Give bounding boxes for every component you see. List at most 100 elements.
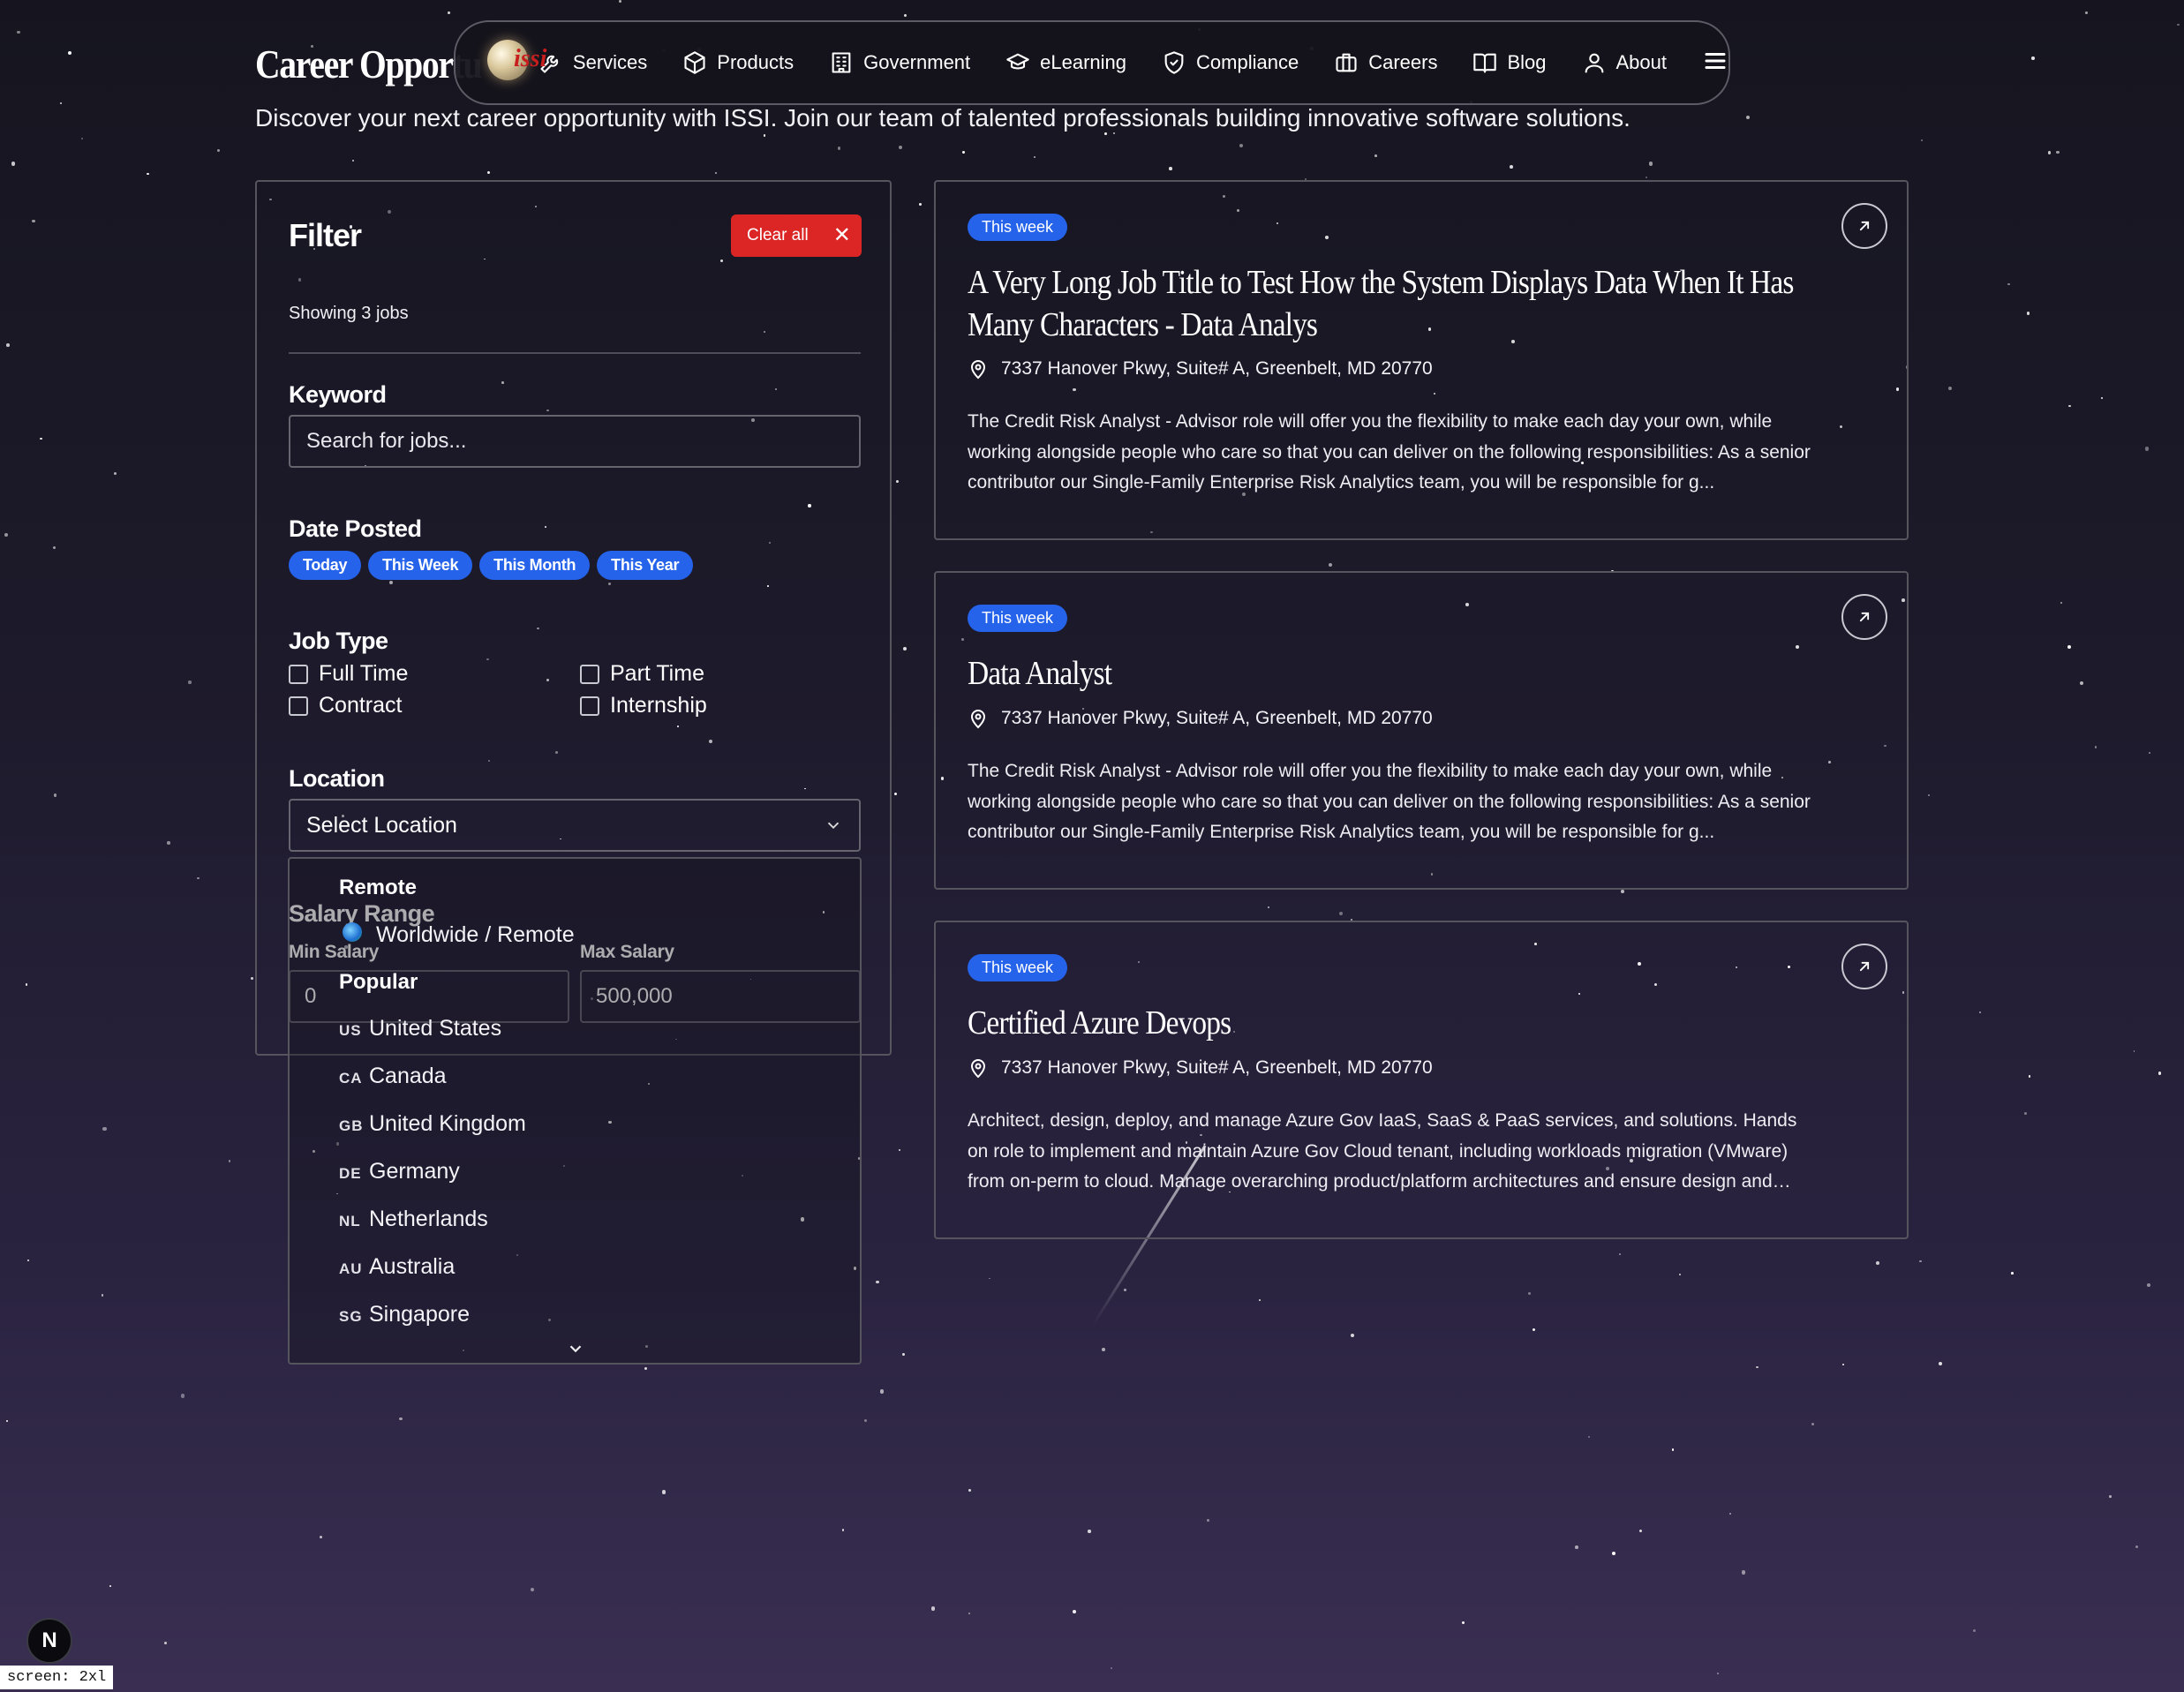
- star: [1927, 793, 1930, 797]
- location-option-singapore[interactable]: SG Singapore: [339, 1302, 470, 1327]
- job-title[interactable]: Data Analyst: [968, 652, 1853, 695]
- star: [1745, 115, 1751, 119]
- job-title[interactable]: Certified Azure Devops: [968, 1002, 1853, 1044]
- results-count: Showing 3 jobs: [289, 304, 409, 323]
- star: [180, 1394, 185, 1398]
- nav-item-about[interactable]: About: [1582, 50, 1667, 75]
- job-card[interactable]: This week A Very Long Job Title to Test …: [934, 180, 1909, 540]
- star: [893, 793, 897, 796]
- star: [1239, 143, 1244, 147]
- star: [2135, 1545, 2138, 1548]
- keyword-search-input[interactable]: Search for jobs...: [289, 415, 861, 468]
- shield-check-icon: [1164, 51, 1184, 74]
- location-option-canada[interactable]: CA Canada: [339, 1064, 447, 1089]
- open-job-arrow-icon[interactable]: [1841, 944, 1887, 989]
- nav-item-products[interactable]: Products: [682, 50, 794, 75]
- location-option-united-states[interactable]: US United States: [339, 1016, 501, 1042]
- star: [81, 138, 84, 140]
- checkbox[interactable]: [289, 696, 308, 716]
- star: [1876, 1261, 1880, 1266]
- option-label: Canada: [369, 1064, 447, 1088]
- date-option-this-month[interactable]: This Month: [479, 551, 591, 580]
- issi-logo[interactable]: issi: [482, 34, 546, 91]
- star: [6, 343, 10, 347]
- star: [1073, 1610, 1076, 1613]
- location-option-united-kingdom[interactable]: GB United Kingdom: [339, 1111, 526, 1137]
- star: [2056, 150, 2060, 154]
- star: [17, 30, 20, 34]
- location-option-australia[interactable]: AU Australia: [339, 1254, 455, 1280]
- location-option-netherlands[interactable]: NL Netherlands: [339, 1207, 488, 1232]
- country-code: CA: [339, 1070, 363, 1087]
- date-option-this-year[interactable]: This Year: [597, 551, 694, 580]
- job-type-part-time-checkbox[interactable]: Part Time: [580, 661, 704, 687]
- dropdown-group-popular: Popular: [339, 970, 418, 994]
- nav-item-compliance[interactable]: Compliance: [1162, 50, 1299, 75]
- star: [763, 134, 766, 137]
- star: [2144, 447, 2150, 451]
- open-job-arrow-icon[interactable]: [1841, 594, 1887, 640]
- option-label: Singapore: [369, 1302, 470, 1327]
- scroll-down-chevron-icon[interactable]: [566, 1339, 585, 1363]
- star: [644, 1366, 647, 1370]
- star: [2011, 1272, 2015, 1275]
- star: [2080, 681, 2084, 685]
- nav-item-careers[interactable]: Careers: [1334, 50, 1437, 75]
- star: [961, 150, 965, 154]
- nav-item-elearning[interactable]: eLearning: [1005, 50, 1126, 75]
- logo-text: issi: [514, 45, 547, 72]
- checkbox[interactable]: [289, 664, 308, 684]
- nav-item-blog[interactable]: Blog: [1472, 50, 1547, 75]
- building-icon: [832, 52, 851, 73]
- nav-item-government[interactable]: Government: [829, 50, 970, 75]
- location-option-germany[interactable]: DE Germany: [339, 1159, 460, 1184]
- posted-badge: This week: [968, 954, 1068, 981]
- job-card[interactable]: This week Data Analyst 7337 Hanover Pkwy…: [934, 571, 1909, 890]
- option-label: United States: [369, 1016, 502, 1041]
- map-pin-icon: [970, 710, 986, 729]
- star: [1947, 386, 1953, 391]
- job-type-contract-checkbox[interactable]: Contract: [289, 693, 402, 718]
- hamburger-menu-icon[interactable]: [1702, 48, 1728, 79]
- star: [2133, 1050, 2135, 1052]
- star: [1088, 1530, 1091, 1533]
- option-label: Worldwide / Remote: [376, 922, 575, 947]
- dev-tools-button[interactable]: N: [26, 1618, 72, 1664]
- star: [1756, 1366, 1758, 1369]
- job-type-internship-checkbox[interactable]: Internship: [580, 693, 707, 718]
- location-select[interactable]: Select Location: [289, 799, 861, 852]
- keyword-label: Keyword: [289, 381, 387, 408]
- star: [661, 1490, 666, 1494]
- clear-all-button[interactable]: Clear all ✕: [731, 214, 862, 257]
- checkbox[interactable]: [580, 696, 599, 716]
- checkbox-label: Part Time: [610, 661, 704, 686]
- globe-icon: [343, 922, 362, 942]
- job-description: The Credit Risk Analyst - Advisor role w…: [968, 411, 1811, 493]
- star: [1619, 1253, 1622, 1256]
- date-option-this-week[interactable]: This Week: [368, 551, 473, 580]
- location-option-worldwide-remote[interactable]: Worldwide / Remote: [343, 922, 575, 948]
- date-option-today[interactable]: Today: [289, 551, 362, 580]
- star: [1648, 162, 1653, 166]
- star: [931, 1606, 936, 1611]
- star: [842, 1529, 845, 1531]
- job-type-full-time-checkbox[interactable]: Full Time: [289, 661, 408, 687]
- checkbox[interactable]: [580, 664, 599, 684]
- country-code: DE: [339, 1165, 362, 1182]
- star: [1339, 912, 1344, 916]
- star: [25, 983, 28, 986]
- star: [876, 1280, 879, 1284]
- location-label: Location: [289, 765, 385, 792]
- star: [102, 1126, 107, 1131]
- nav-item-services[interactable]: Services: [538, 50, 647, 75]
- option-label: Australia: [369, 1254, 456, 1279]
- star: [1124, 1288, 1127, 1292]
- star: [1729, 1512, 1732, 1515]
- job-card[interactable]: This week Certified Azure Devops 7337 Ha…: [934, 921, 1909, 1239]
- graduation-cap-icon: [1006, 53, 1029, 70]
- star: [879, 1389, 885, 1394]
- open-job-arrow-icon[interactable]: [1841, 203, 1887, 249]
- divider: [289, 352, 861, 354]
- star: [399, 1417, 403, 1420]
- job-title[interactable]: A Very Long Job Title to Test How the Sy…: [968, 261, 1853, 346]
